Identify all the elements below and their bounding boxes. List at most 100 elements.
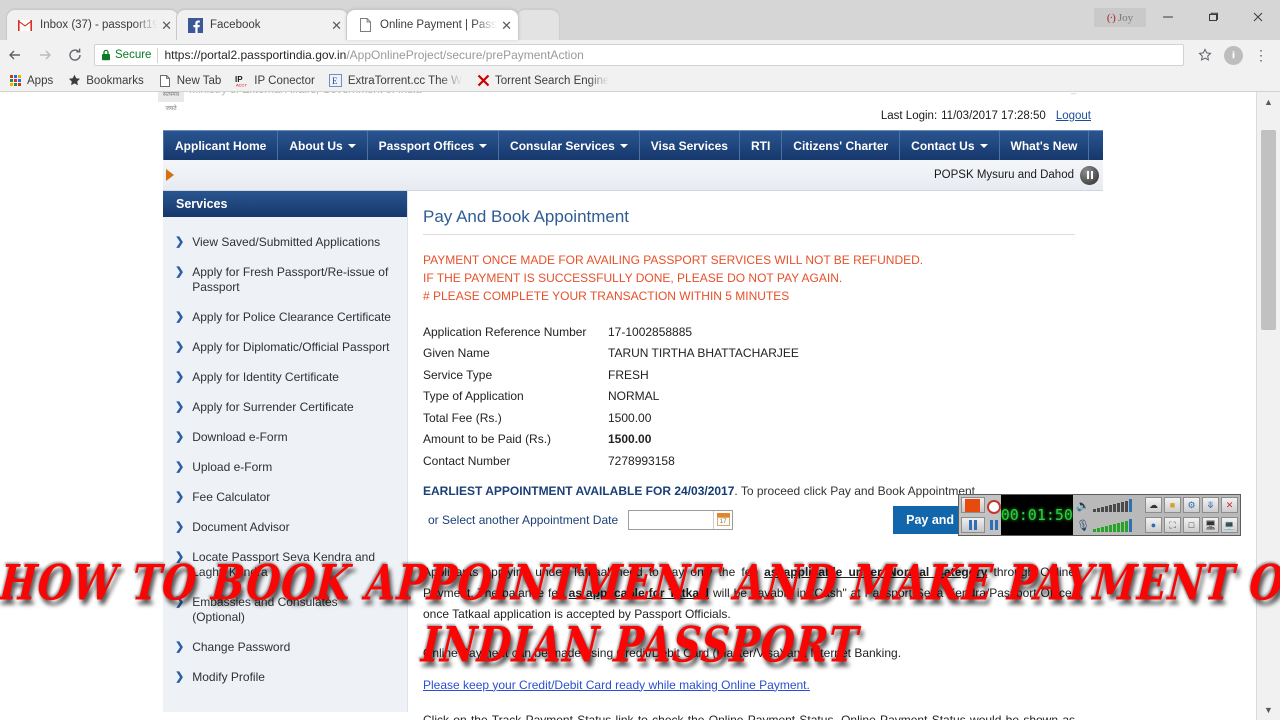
bookmark-new-tab[interactable]: New Tab bbox=[158, 74, 222, 88]
nav-visa-services[interactable]: Visa Services bbox=[640, 131, 740, 160]
nav-consular-services[interactable]: Consular Services bbox=[499, 131, 640, 160]
keep-card-ready-link[interactable]: Please keep your Credit/Debit Card ready… bbox=[423, 678, 1075, 692]
sidebar-item-modify-profile[interactable]: ❯ Modify Profile bbox=[163, 670, 407, 685]
sidebar-item-fresh-passport[interactable]: ❯ Apply for Fresh Passport/Re-issue of Pa… bbox=[163, 265, 407, 295]
warning-line: PAYMENT ONCE MADE FOR AVAILING PASSPORT … bbox=[423, 253, 924, 267]
gmail-icon bbox=[17, 17, 33, 33]
browser-tab-gmail[interactable]: Inbox (37) - passport199 ✕ bbox=[6, 9, 179, 40]
secure-label: Secure bbox=[115, 49, 152, 61]
url-path: /AppOnlineProject/secure/prePaymentActio… bbox=[346, 48, 584, 62]
sidebar-item-upload-eform[interactable]: ❯ Upload e-Form bbox=[163, 460, 407, 475]
mic-level-row[interactable]: 🎙 bbox=[1073, 515, 1143, 535]
detail-value: NORMAL bbox=[608, 389, 660, 404]
folder-icon[interactable]: ■ bbox=[1164, 497, 1181, 513]
sidebar-item-document-advisor[interactable]: ❯ Document Advisor bbox=[163, 520, 407, 535]
ticker-pause-button[interactable] bbox=[1080, 165, 1099, 185]
sidebar-item-surrender-certificate[interactable]: ❯ Apply for Surrender Certificate bbox=[163, 400, 407, 415]
bookmark-torrent-search[interactable]: Torrent Search Engine bbox=[476, 74, 609, 88]
maximize-button[interactable] bbox=[1190, 0, 1235, 33]
gear-icon[interactable]: ⚙ bbox=[1183, 497, 1200, 513]
bookmark-ip-conector[interactable]: IP ACCT IP Conector bbox=[235, 74, 315, 88]
scroll-up-arrow-icon[interactable]: ▲ bbox=[1257, 92, 1280, 112]
monitor-icon[interactable]: 🖥 bbox=[1202, 517, 1219, 533]
page-icon bbox=[357, 17, 373, 33]
pause-icon bbox=[968, 520, 977, 530]
browser-tab-online-payment[interactable]: Online Payment | Passpo ✕ bbox=[346, 9, 519, 40]
table-row: Service Type FRESH bbox=[423, 364, 1103, 386]
nav-passport-offices[interactable]: Passport Offices bbox=[368, 131, 500, 160]
nav-applicant-home[interactable]: Applicant Home bbox=[163, 131, 279, 160]
logout-link[interactable]: Logout bbox=[1056, 110, 1091, 122]
table-row: Total Fee (Rs.) 1500.00 bbox=[423, 407, 1103, 429]
profile-avatar[interactable] bbox=[1220, 42, 1246, 68]
speaker-level-row[interactable]: 🔈 bbox=[1073, 495, 1143, 515]
track-status-paragraph: Click on the Track Payment Status link t… bbox=[423, 710, 1075, 720]
sidebar-item-change-password[interactable]: ❯ Change Password bbox=[163, 640, 407, 655]
page-icon bbox=[158, 74, 172, 88]
chrome-menu-button[interactable]: ⋮ bbox=[1248, 42, 1274, 68]
bookmark-extratorrent[interactable]: E ExtraTorrent.cc The W bbox=[329, 74, 462, 88]
close-icon[interactable]: ✕ bbox=[1221, 497, 1238, 513]
nav-label: About Us bbox=[289, 138, 343, 153]
pause-button[interactable] bbox=[961, 517, 985, 533]
stop-button[interactable] bbox=[961, 497, 985, 513]
url-input[interactable]: Secure https://portal2.passportindia.gov… bbox=[94, 44, 1184, 66]
chevron-down-icon bbox=[347, 143, 356, 148]
version-code: v01_224 bbox=[1052, 92, 1097, 95]
bookmarks-bar: Apps Bookmarks New Tab IP ACCT IP Conecto… bbox=[0, 70, 1280, 92]
scrollbar-thumb[interactable] bbox=[1261, 130, 1276, 330]
minimize-icon[interactable]: ⤋ bbox=[1202, 497, 1219, 513]
new-tab-button[interactable] bbox=[516, 9, 560, 40]
close-icon[interactable]: ✕ bbox=[501, 19, 512, 32]
sidebar-item-download-eform[interactable]: ❯ Download e-Form bbox=[163, 430, 407, 445]
nav-whats-new[interactable]: What's New bbox=[1000, 131, 1090, 160]
reload-button[interactable] bbox=[60, 41, 90, 69]
star-icon[interactable] bbox=[1192, 42, 1218, 68]
table-row: Application Reference Number 17-100285888… bbox=[423, 321, 1103, 343]
window-icon[interactable]: □ bbox=[1183, 517, 1200, 533]
ip-icon: IP ACCT bbox=[235, 74, 249, 88]
screen-icon[interactable]: 💻 bbox=[1221, 517, 1238, 533]
vertical-scrollbar[interactable]: ▲ ▼ bbox=[1256, 92, 1280, 720]
sidebar-item-embassies[interactable]: ❯ Embassies and Consulates (Optional) bbox=[163, 595, 407, 625]
application-details-table: Application Reference Number 17-100285888… bbox=[423, 321, 1103, 472]
browser-window: Inbox (37) - passport199 ✕ Facebook ✕ On… bbox=[0, 0, 1280, 720]
tatkaal-link[interactable]: as applicable for Tatkaal bbox=[569, 586, 709, 600]
normal-category-link[interactable]: as applicable under Normal Category bbox=[764, 565, 987, 579]
appointment-date-field[interactable]: 17 bbox=[628, 509, 734, 530]
nav-rti[interactable]: RTI bbox=[740, 131, 783, 160]
browser-tab-facebook[interactable]: Facebook ✕ bbox=[176, 9, 349, 40]
last-login-row: Last Login: 11/03/2017 17:28:50 Logout bbox=[163, 102, 1103, 130]
wifi-icon[interactable]: ☁ bbox=[1145, 497, 1162, 513]
sidebar-item-identity-certificate[interactable]: ❯ Apply for Identity Certificate bbox=[163, 370, 407, 385]
sidebar-item-diplomatic-passport[interactable]: ❯ Apply for Diplomatic/Official Passport bbox=[163, 340, 407, 355]
bookmark-apps[interactable]: Apps bbox=[8, 74, 53, 88]
chevron-right-icon: ❯ bbox=[175, 401, 185, 413]
webcam-icon[interactable]: ● bbox=[1145, 517, 1162, 533]
table-row: Contact Number 7278993158 bbox=[423, 450, 1103, 472]
close-button[interactable] bbox=[1235, 0, 1280, 33]
close-icon[interactable]: ✕ bbox=[331, 19, 342, 32]
stop-icon bbox=[965, 498, 981, 512]
passport-portal-page: सत्यमेव जयते Ministry of External Affair… bbox=[158, 92, 1103, 720]
nav-citizens-charter[interactable]: Citizens' Charter bbox=[782, 131, 901, 160]
nav-about-us[interactable]: About Us bbox=[278, 131, 368, 160]
page-body: Services ❯ View Saved/Submitted Applicati… bbox=[163, 191, 1103, 720]
back-button[interactable] bbox=[0, 41, 30, 69]
forward-button[interactable] bbox=[30, 41, 60, 69]
screen-recorder-toolbar[interactable]: 00:01:50 🔈 🎙 ☁ ■ ⚙ ⤋ ✕ ● ⛶ □ 🖥 💻 bbox=[958, 494, 1241, 536]
scroll-down-arrow-icon[interactable]: ▼ bbox=[1257, 700, 1280, 720]
bookmark-bookmarks[interactable]: Bookmarks bbox=[67, 74, 144, 88]
close-icon[interactable]: ✕ bbox=[161, 19, 172, 32]
calendar-icon[interactable]: 17 bbox=[713, 510, 733, 529]
date-input[interactable] bbox=[629, 511, 713, 529]
sidebar-item-view-saved[interactable]: ❯ View Saved/Submitted Applications bbox=[163, 235, 407, 250]
minimize-button[interactable] bbox=[1145, 0, 1190, 33]
sidebar-item-label: Apply for Diplomatic/Official Passport bbox=[192, 340, 390, 354]
nav-contact-us[interactable]: Contact Us bbox=[900, 131, 1000, 160]
sidebar-item-police-clearance[interactable]: ❯ Apply for Police Clearance Certificate bbox=[163, 310, 407, 325]
crop-icon[interactable]: ⛶ bbox=[1164, 517, 1181, 533]
sidebar-item-fee-calculator[interactable]: ❯ Fee Calculator bbox=[163, 490, 407, 505]
bookmark-label: New Tab bbox=[176, 74, 222, 87]
sidebar-item-locate-psk[interactable]: ❯ Locate Passport Seva Kendra and Laghu K… bbox=[163, 550, 407, 580]
